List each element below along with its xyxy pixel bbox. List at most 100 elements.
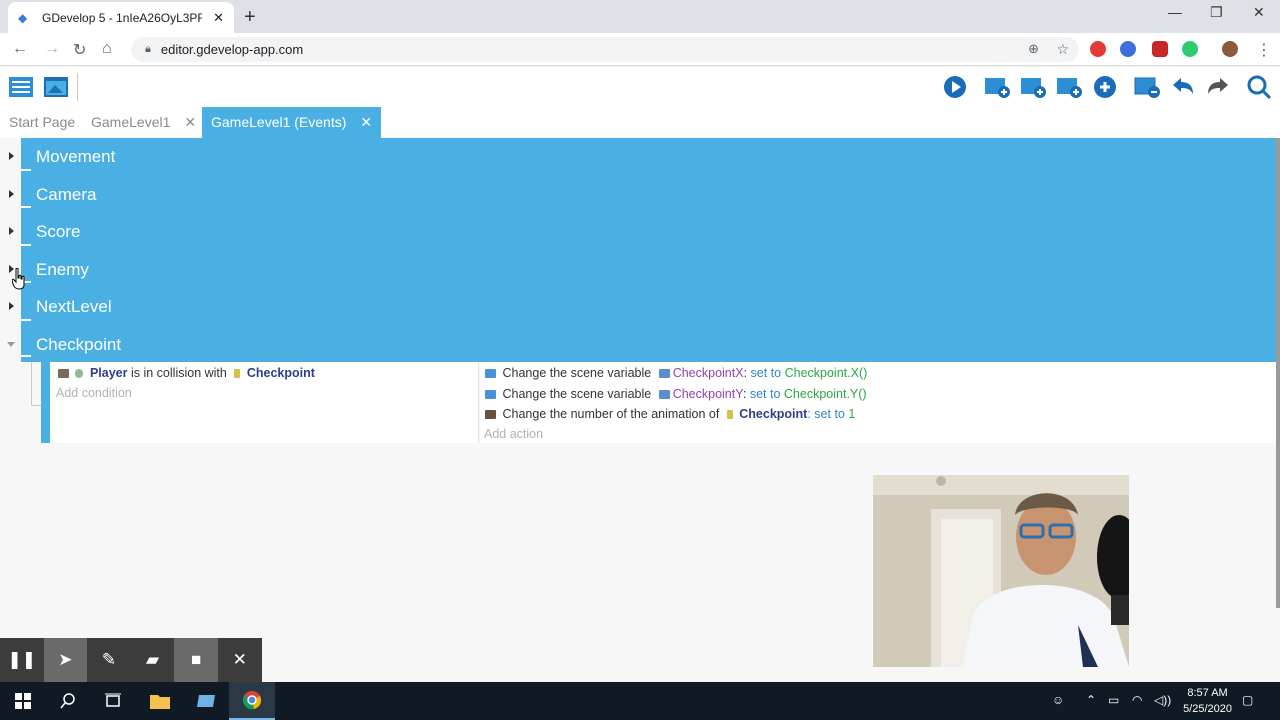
extension-green-icon[interactable] [1182, 41, 1198, 57]
browser-tab[interactable]: ◆ GDevelop 5 - 1nIeA26OyL3PRuh ✕ [8, 2, 234, 33]
pointer-icon: ➤ [58, 650, 73, 669]
action-value: 1 [848, 407, 856, 421]
action-set-animation[interactable]: Change the number of the animation of Ch… [485, 407, 855, 421]
wifi-icon[interactable]: ◠ [1132, 693, 1142, 707]
taskbar-search-button[interactable] [45, 682, 91, 720]
lock-icon: 🔒︎ [145, 43, 151, 55]
checkpoint-sprite-icon [234, 369, 241, 378]
profile-avatar[interactable] [1222, 41, 1238, 57]
windows-logo-icon [15, 693, 31, 709]
tab-start-page[interactable]: Start Page [0, 107, 84, 138]
app-icon [197, 695, 215, 707]
people-icon[interactable]: ☺ [1052, 693, 1064, 707]
tab-gamelevel1[interactable]: GameLevel1 ✕ [82, 107, 205, 138]
event-group-checkpoint[interactable]: Checkpoint [21, 325, 1280, 362]
group-title: Enemy [36, 259, 89, 279]
group-title: Score [36, 222, 81, 241]
battery-icon[interactable]: ▭ [1108, 693, 1119, 707]
add-other-event-icon[interactable] [1092, 75, 1118, 99]
install-icon[interactable]: ⊕ [1028, 41, 1039, 57]
close-icon: ✕ [232, 650, 247, 669]
condition-collision[interactable]: Player is in collision with Checkpoint [58, 366, 315, 380]
add-action-link[interactable]: Add action [484, 427, 543, 441]
action-set-checkpointx[interactable]: Change the scene variable CheckpointX: s… [485, 366, 867, 380]
file-explorer-button[interactable] [137, 682, 183, 720]
volume-icon[interactable]: ◁)) [1154, 693, 1171, 707]
expand-arrow-icon[interactable] [9, 190, 14, 198]
tray-chevron-icon[interactable]: ⌃ [1086, 693, 1096, 707]
window-close-icon[interactable]: ✕ [1253, 4, 1265, 21]
notifications-icon[interactable]: ▢ [1242, 693, 1253, 707]
actions-panel: Change the scene variable CheckpointX: s… [480, 362, 1280, 443]
event-group-score[interactable]: Score [21, 213, 1280, 251]
pause-button[interactable]: ❚❚ [0, 638, 44, 682]
group-underline [21, 318, 31, 321]
recorder-close-button[interactable]: ✕ [218, 638, 262, 682]
group-underline [21, 355, 31, 357]
taskbar-app-button[interactable] [183, 682, 229, 720]
browser-menu-icon[interactable]: ⋮ [1256, 40, 1272, 60]
action-variable: CheckpointX [672, 366, 744, 380]
search-icon[interactable] [1246, 75, 1272, 99]
task-view-icon [105, 693, 121, 707]
pen-tool-button[interactable]: ✎ [87, 638, 131, 682]
new-tab-button[interactable]: + [244, 6, 256, 29]
event-group-nextlevel[interactable]: NextLevel [21, 288, 1280, 326]
minimize-icon[interactable]: — [1168, 4, 1182, 20]
restore-icon[interactable]: ❐ [1210, 4, 1223, 21]
action-set-checkpointy[interactable]: Change the scene variable CheckpointY: s… [485, 387, 867, 401]
toolbar-separator [77, 73, 78, 101]
forward-icon[interactable]: → [44, 40, 60, 58]
action-text: Change the scene variable [502, 387, 652, 401]
chrome-taskbar-button[interactable] [229, 682, 275, 720]
pointer-tool-button[interactable]: ➤ [43, 638, 88, 682]
project-manager-icon[interactable] [8, 75, 34, 99]
vertical-scrollbar[interactable] [1276, 138, 1280, 608]
event-group-movement[interactable]: Movement [21, 138, 1280, 176]
address-bar-row: ← → ↻ ⌂ 🔒︎ editor.gdevelop-app.com ⊕ ☆ ⋮ [0, 33, 1280, 66]
condition-text: is in collision with [130, 366, 227, 380]
webcam-overlay [873, 475, 1129, 667]
tab-gamelevel1-events[interactable]: GameLevel1 (Events) ✕ [202, 107, 382, 138]
reload-icon[interactable]: ↻ [73, 40, 86, 60]
collapse-arrow-icon[interactable] [7, 342, 15, 347]
redo-icon[interactable] [1205, 75, 1231, 99]
play-preview-icon[interactable] [942, 75, 968, 99]
bookmark-star-icon[interactable]: ☆ [1056, 41, 1069, 58]
close-tab-icon[interactable]: ✕ [184, 114, 196, 130]
action-text: Change the scene variable [502, 366, 652, 380]
folder-icon [150, 695, 170, 709]
action-operator: set to [750, 366, 782, 380]
eraser-tool-button[interactable]: ▰ [131, 638, 175, 682]
expand-arrow-icon[interactable] [9, 227, 14, 235]
expand-arrow-icon[interactable] [9, 152, 14, 160]
home-icon[interactable]: ⌂ [102, 40, 112, 58]
add-condition-link[interactable]: Add condition [56, 386, 132, 400]
group-title: Movement [36, 147, 116, 166]
close-tab-icon[interactable]: ✕ [360, 114, 372, 130]
address-input[interactable]: 🔒︎ editor.gdevelop-app.com ⊕ ☆ [131, 37, 1079, 62]
extension-red-icon[interactable] [1090, 41, 1106, 57]
start-button[interactable] [0, 682, 46, 720]
tree-line [31, 362, 32, 406]
add-event-icon[interactable] [984, 75, 1010, 99]
extension-blue-icon[interactable] [1120, 41, 1136, 57]
back-icon[interactable]: ← [12, 40, 28, 58]
expand-arrow-icon[interactable] [9, 302, 14, 310]
webcam-toggle-button[interactable]: ■ [174, 638, 218, 682]
group-underline [21, 168, 31, 171]
extension-shield-icon[interactable] [1152, 41, 1168, 57]
chrome-icon [242, 691, 262, 710]
scene-editor-icon[interactable] [43, 75, 69, 99]
system-clock[interactable]: 8:57 AM 5/25/2020 [1183, 685, 1232, 717]
undo-icon[interactable] [1170, 75, 1196, 99]
event-group-camera[interactable]: Camera [21, 175, 1280, 213]
add-subevent-icon[interactable] [1020, 75, 1046, 99]
task-view-button[interactable] [90, 682, 136, 720]
event-group-enemy[interactable]: Enemy [21, 250, 1280, 288]
delete-event-icon[interactable] [1134, 75, 1160, 99]
action-object: Checkpoint [739, 407, 808, 421]
scene-variable-icon [485, 369, 496, 378]
close-tab-icon[interactable]: ✕ [213, 10, 224, 26]
add-comment-icon[interactable] [1056, 75, 1082, 99]
